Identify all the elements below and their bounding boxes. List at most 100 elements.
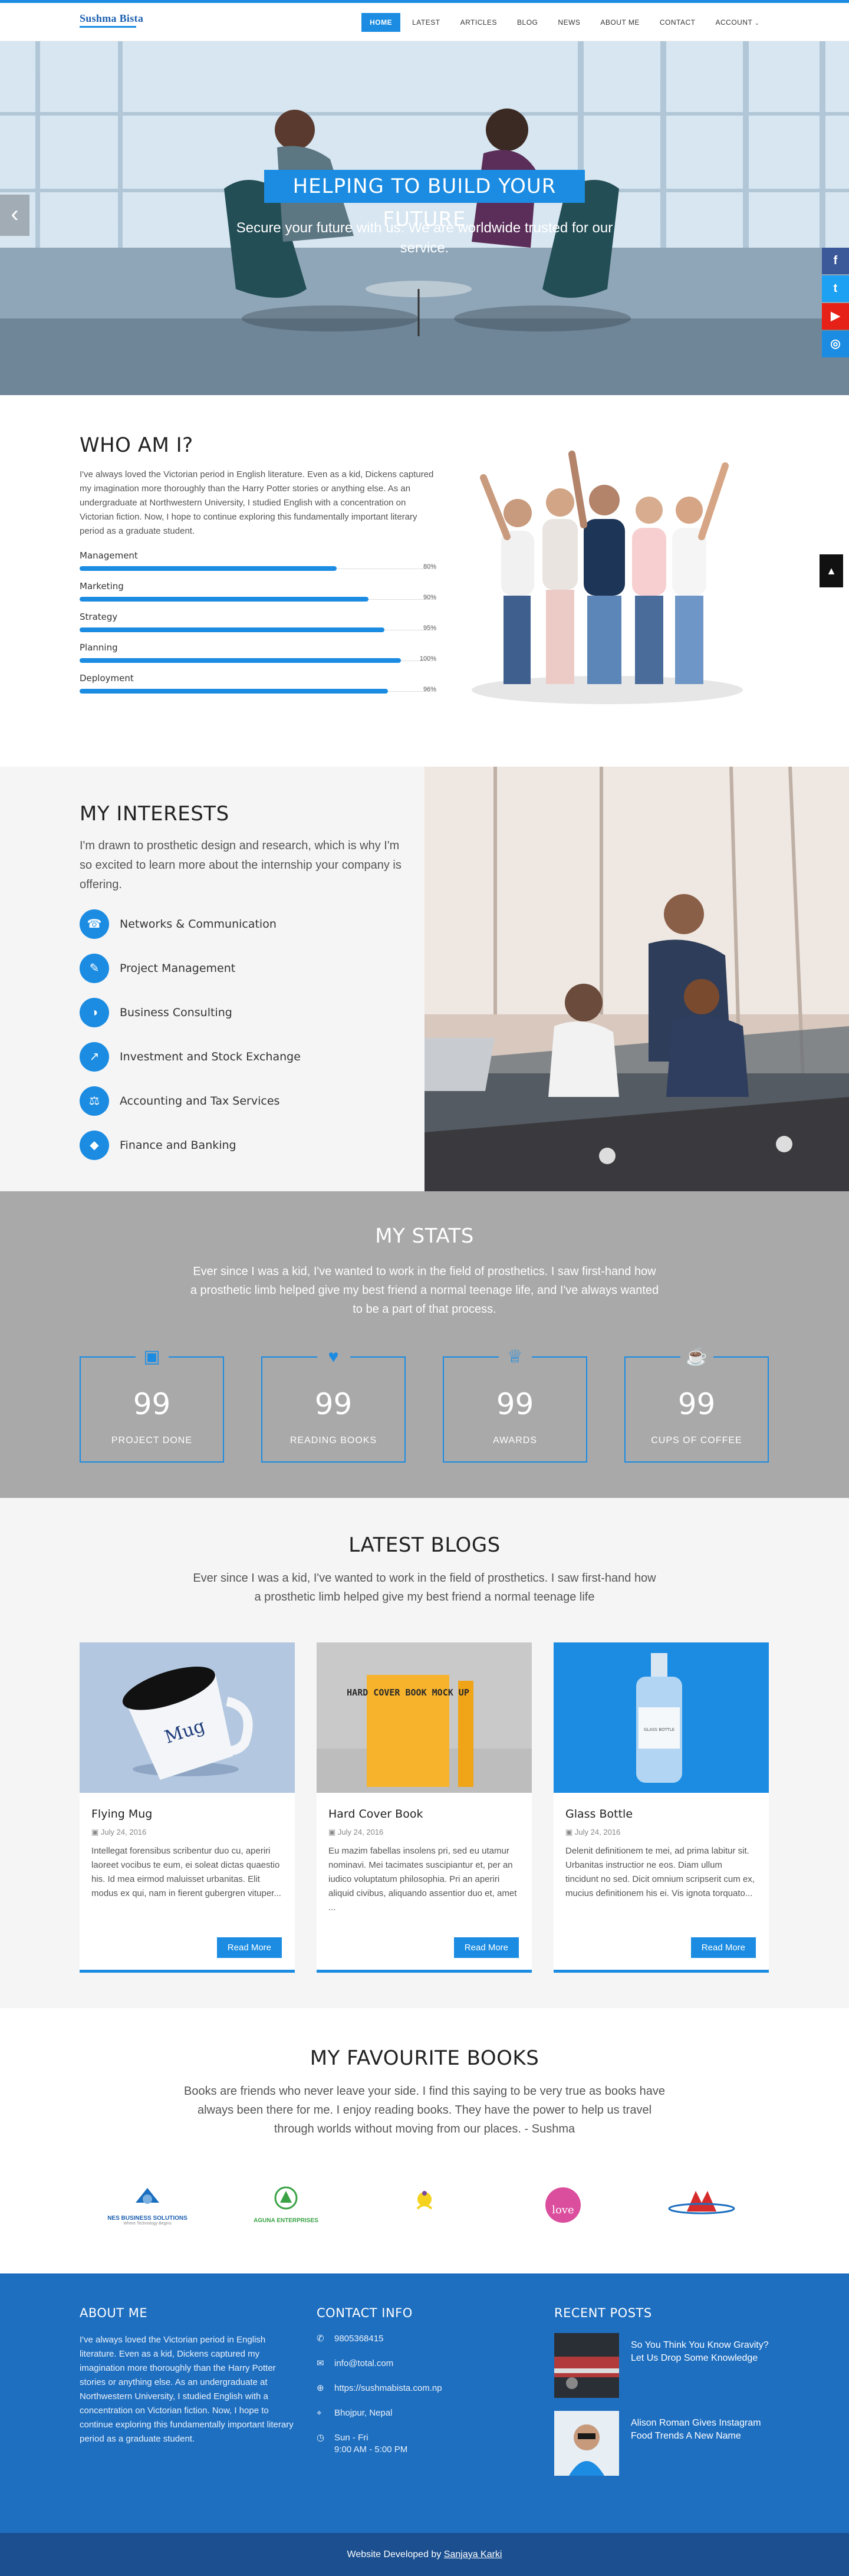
- skill-name: Management: [80, 550, 138, 561]
- skill-percent: 100%: [419, 655, 436, 662]
- nav-news[interactable]: NEWS: [549, 13, 588, 32]
- recent-post[interactable]: Alison Roman Gives Instagram Food Trends…: [554, 2411, 772, 2476]
- blog-card-image[interactable]: GLASS BOTTLE: [554, 1642, 769, 1793]
- skill-name: Strategy: [80, 612, 118, 622]
- about-content: WHO AM I? I've always loved the Victoria…: [80, 433, 436, 694]
- interests-content: MY INTERESTS I'm drawn to prosthetic des…: [80, 802, 410, 1160]
- diamond-icon: ◆: [80, 1131, 109, 1160]
- blog-card-text: Intellegat forensibus scribentur duo cu,…: [91, 1846, 281, 1898]
- interest-item: ◆ Finance and Banking: [80, 1131, 410, 1160]
- slider-prev-button[interactable]: ‹: [0, 195, 29, 236]
- brand-logo-love[interactable]: love: [513, 2185, 613, 2238]
- logo-name: Sushma Bista: [80, 12, 144, 24]
- phone-icon: ✆: [317, 2334, 324, 2344]
- headset-icon: ☎: [80, 909, 109, 939]
- nav-about-me[interactable]: ABOUT ME: [592, 13, 647, 32]
- skill-track: 100%: [80, 653, 436, 663]
- site-logo[interactable]: Sushma Bista: [80, 12, 143, 28]
- briefcase-icon: ▣: [135, 1347, 169, 1367]
- aguna-logo-icon: [274, 2186, 298, 2210]
- trophy-icon: ♕: [498, 1347, 532, 1367]
- blog-card: HARD COVER BOOK MOCK UP Hard Cover Book …: [317, 1642, 532, 1973]
- contact-hours: ◷ Sun - Fri 9:00 AM - 5:00 PM: [317, 2432, 511, 2456]
- brand-logo-media[interactable]: [651, 2185, 752, 2238]
- calendar-icon: ▣: [328, 1828, 336, 1836]
- chevron-down-icon: ⌄: [754, 20, 759, 26]
- love-logo-text: love: [552, 2204, 574, 2216]
- mail-icon: ✉: [317, 2358, 324, 2368]
- contact-location: ⌖ Bhojpur, Nepal: [317, 2407, 511, 2419]
- interests-title: MY INTERESTS: [80, 802, 229, 826]
- contact-website[interactable]: ⊕ https://sushmabista.com.np: [317, 2383, 511, 2394]
- footer-contact: CONTACT INFO ✆ 9805368415 ✉ info@total.com…: [317, 2306, 511, 2456]
- blog-card-title[interactable]: Hard Cover Book: [328, 1808, 520, 1821]
- interest-label: Investment and Stock Exchange: [120, 1050, 301, 1063]
- globe-icon: ⊕: [317, 2383, 324, 2393]
- blog-card-date-text: July 24, 2016: [574, 1828, 621, 1836]
- read-more-button[interactable]: Read More: [216, 1937, 282, 1958]
- blog-card: GLASS BOTTLE Glass Bottle ▣ July 24, 201…: [554, 1642, 769, 1973]
- location-icon: ⌖: [317, 2408, 322, 2418]
- interests-list: ☎ Networks & Communication ✎ Project Manag…: [80, 909, 410, 1160]
- contact-phone[interactable]: ✆ 9805368415: [317, 2333, 511, 2345]
- brand-logo-nes[interactable]: NES BUSINESS SOLUTIONS Where Technology …: [97, 2185, 198, 2238]
- social-sidebar: f t ▶ ◎: [822, 248, 849, 359]
- books-title: MY FAVOURITE BOOKS: [310, 2046, 539, 2070]
- read-more-button[interactable]: Read More: [453, 1937, 519, 1958]
- recent-post-title: Alison Roman Gives Instagram Food Trends…: [631, 2418, 761, 2441]
- skill-bar: [80, 658, 401, 663]
- post-thumbnail: [554, 2411, 619, 2476]
- nav-home[interactable]: HOME: [361, 13, 401, 32]
- bottle-label-text: GLASS BOTTLE: [644, 1727, 674, 1732]
- brand-logo-yellow[interactable]: [374, 2185, 475, 2238]
- blog-card-text: Delenit definitionem te mei, ad prima la…: [565, 1846, 755, 1898]
- developer-link[interactable]: Sanjaya Karki: [444, 2549, 502, 2559]
- scroll-to-top-button[interactable]: ▲: [820, 554, 843, 587]
- blog-card-image[interactable]: HARD COVER BOOK MOCK UP: [317, 1642, 532, 1793]
- blog-card-title[interactable]: Flying Mug: [91, 1808, 283, 1821]
- blog-card-title[interactable]: Glass Bottle: [565, 1808, 757, 1821]
- stat-number: 99: [133, 1387, 171, 1421]
- stat-number: 99: [314, 1387, 353, 1421]
- nav-account[interactable]: ACCOUNT ⌄: [707, 13, 768, 32]
- twitter-icon[interactable]: t: [822, 275, 849, 302]
- books-desc: Books are friends who never leave your s…: [184, 2085, 665, 2135]
- hero-slider: HELPING TO BUILD YOUR FUTURE Secure your…: [0, 41, 849, 395]
- nav-latest[interactable]: LATEST: [404, 13, 448, 32]
- skill-track: 95%: [80, 622, 436, 632]
- interest-label: Finance and Banking: [120, 1139, 236, 1152]
- nav-articles[interactable]: ARTICLES: [452, 13, 505, 32]
- blog-card-date: ▣ July 24, 2016: [91, 1828, 283, 1837]
- contact-email[interactable]: ✉ info@total.com: [317, 2358, 511, 2370]
- read-more-button[interactable]: Read More: [690, 1937, 756, 1958]
- mug-illustration: Mug: [122, 1667, 253, 1780]
- stat-number: 99: [496, 1387, 534, 1421]
- recent-post[interactable]: So You Think You Know Gravity? Let Us Dr…: [554, 2333, 772, 2398]
- book-text: HARD COVER BOOK MOCK UP: [347, 1687, 469, 1698]
- stats-section: MY STATS Ever since I was a kid, I've wa…: [0, 1191, 849, 1498]
- brand-logo-aguna[interactable]: AGUNA ENTERPRISES: [236, 2185, 336, 2238]
- contact-text: 9805368415: [334, 2334, 384, 2344]
- copyright-bar: Website Developed by Sanjaya Karki: [0, 2533, 849, 2576]
- skill-percent: 96%: [423, 686, 436, 693]
- stat-box: ♕ 99 AWARDS: [443, 1347, 587, 1463]
- pie-chart-icon: ◑: [80, 998, 109, 1027]
- office-meeting-photo: [424, 767, 849, 1191]
- instagram-icon[interactable]: ◎: [822, 331, 849, 357]
- nav-blog[interactable]: BLOG: [509, 13, 546, 32]
- footer-posts-title: RECENT POSTS: [554, 2306, 652, 2320]
- footer-contact-title: CONTACT INFO: [317, 2306, 413, 2320]
- blog-card-text: Eu mazim fabellas insolens pri, sed eu u…: [328, 1846, 517, 1913]
- skill-bar: [80, 597, 369, 602]
- skill-row: Management 80%: [80, 550, 436, 571]
- skill-percent: 95%: [423, 625, 436, 632]
- skill-percent: 80%: [423, 563, 436, 570]
- blog-card-image[interactable]: Mug: [80, 1642, 295, 1793]
- stat-box: ☕ 99 CUPS OF COFFEE: [624, 1347, 769, 1463]
- youtube-icon[interactable]: ▶: [822, 303, 849, 330]
- facebook-icon[interactable]: f: [822, 248, 849, 274]
- site-header: Sushma Bista HOME LATEST ARTICLES BLOG N…: [0, 3, 849, 41]
- stat-label: PROJECT DONE: [111, 1435, 193, 1445]
- nav-contact[interactable]: CONTACT: [651, 13, 704, 32]
- about-text: I've always loved the Victorian period i…: [80, 469, 434, 536]
